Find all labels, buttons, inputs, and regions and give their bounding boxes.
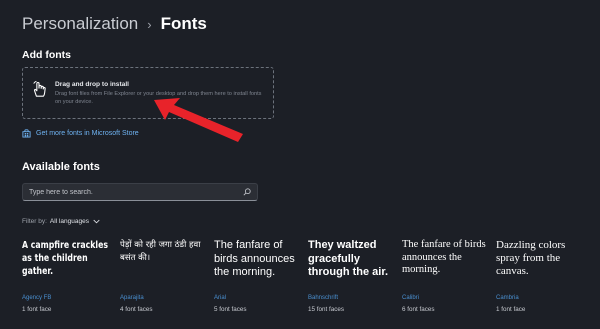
font-face-count: 1 font face (22, 306, 52, 313)
font-sample: पेड़ों को रही जगा ठंडी हवा बसंत की। (120, 240, 201, 263)
font-sample: They waltzed gracefully through the air. (308, 239, 389, 278)
font-card[interactable]: They waltzed gracefully through the air.… (308, 236, 398, 318)
font-sample: A campfire crackles as the children gath… (22, 240, 109, 277)
font-sample: The fanfare of birds announces the morni… (214, 239, 295, 278)
microsoft-store-link[interactable]: Get more fonts in Microsoft Store (22, 129, 139, 138)
breadcrumb: Personalization › Fonts (22, 14, 207, 34)
language-filter[interactable]: Filter by: All languages (22, 218, 100, 225)
font-face-count: 5 font faces (214, 306, 247, 313)
font-card[interactable]: The fanfare of birds announces the morni… (402, 236, 492, 318)
font-card[interactable]: पेड़ों को रही जगा ठंडी हवा बसंत की। Apar… (120, 236, 210, 318)
font-name: Calibri (402, 295, 420, 301)
store-icon (22, 129, 31, 138)
page-title: Fonts (160, 14, 207, 33)
font-name: Arial (214, 295, 227, 301)
font-face-count: 4 font faces (120, 306, 153, 313)
font-face-count: 1 font face (496, 306, 526, 313)
font-name: Bahnschrift (308, 295, 339, 301)
font-name: Aparajita (120, 295, 144, 301)
font-sample: The fanfare of birds announces the morni… (402, 239, 486, 275)
available-fonts-heading: Available fonts (22, 161, 100, 173)
search-input[interactable] (29, 187, 239, 198)
chevron-down-icon (93, 219, 100, 224)
filter-label: Filter by: (22, 218, 47, 225)
font-card[interactable]: The fanfare of birds announces the morni… (214, 236, 304, 318)
font-name: Cambria (496, 295, 519, 301)
breadcrumb-separator: › (147, 16, 152, 32)
annotation-arrow (154, 98, 243, 142)
drop-zone-title: Drag and drop to install (55, 81, 129, 88)
add-fonts-heading: Add fonts (22, 49, 71, 61)
filter-value: All languages (49, 218, 89, 225)
font-card[interactable]: A campfire crackles as the children gath… (22, 236, 112, 318)
font-face-count: 6 font faces (402, 306, 435, 313)
search-icon[interactable] (243, 188, 251, 196)
font-name: Agency FB (22, 295, 52, 301)
breadcrumb-parent[interactable]: Personalization (22, 14, 138, 34)
font-card[interactable]: Dazzling colors spray from the canvas. C… (496, 236, 586, 318)
hand-drag-icon (33, 80, 46, 97)
store-link-label: Get more fonts in Microsoft Store (36, 130, 139, 137)
font-face-count: 15 font faces (308, 306, 345, 313)
font-sample: Dazzling colors spray from the canvas. (496, 239, 566, 277)
font-search-box[interactable] (22, 183, 258, 201)
